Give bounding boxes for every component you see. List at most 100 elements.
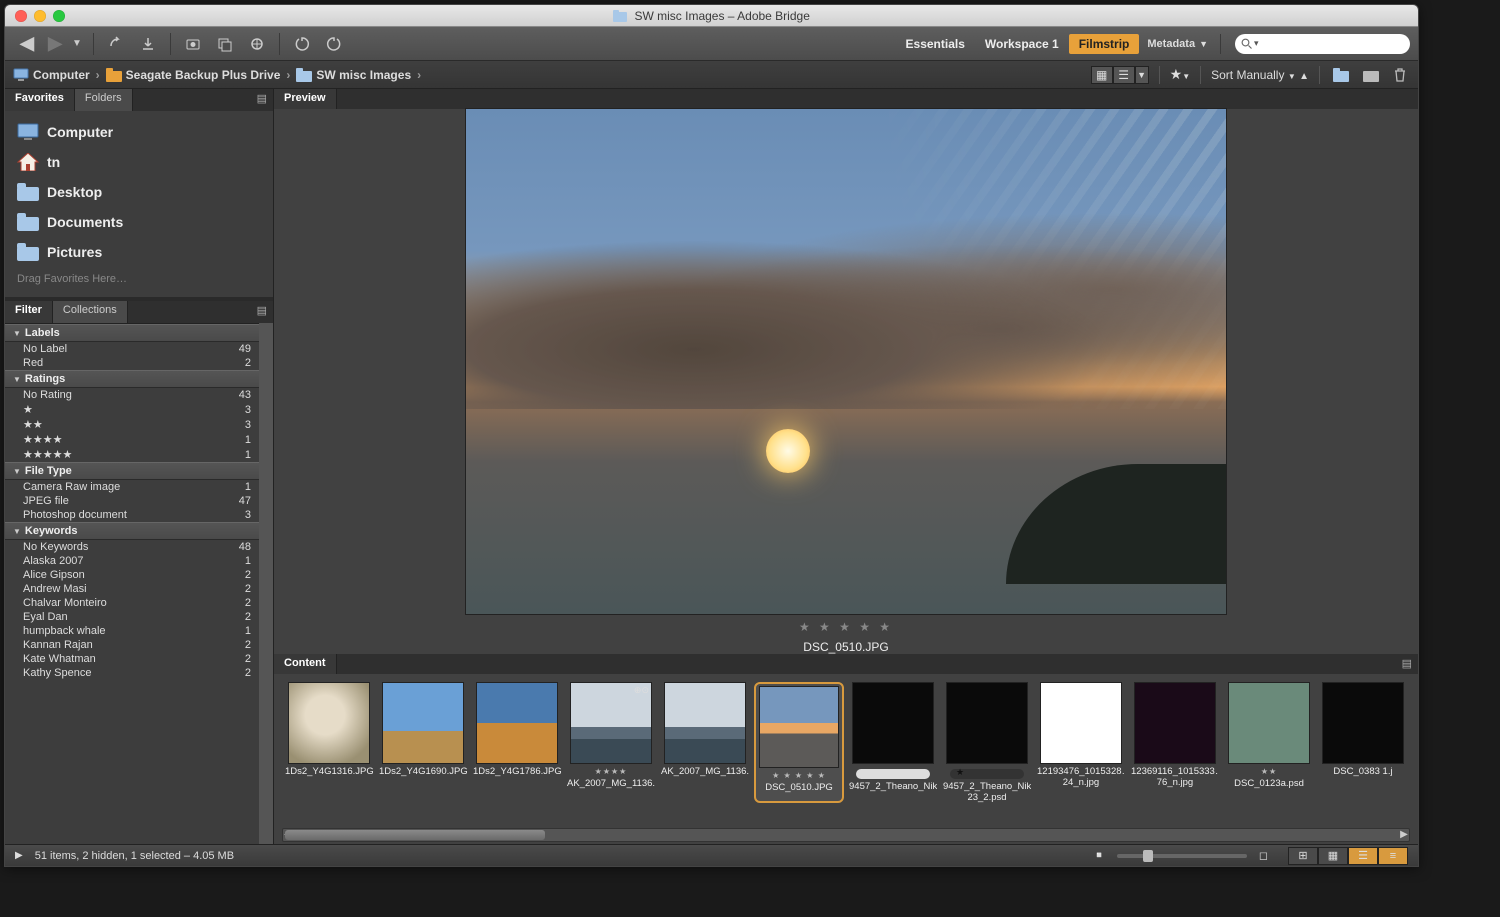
filter-section[interactable]: ▼Keywords	[5, 522, 259, 540]
thumbnail-quality-toggle[interactable]: ▦☰▼	[1091, 66, 1149, 84]
thumb-rating: ★ ★ ★ ★ ★	[772, 771, 826, 780]
filter-row[interactable]: ★★★★★1	[5, 447, 259, 462]
trash-icon[interactable]	[1390, 64, 1410, 86]
filter-row[interactable]: No Label49	[5, 342, 259, 356]
search-field[interactable]: ▾	[1235, 34, 1410, 54]
thumbnail[interactable]: 12193476_1015328…24_n.jpg	[1036, 682, 1126, 803]
view-details-icon[interactable]: ☰	[1348, 847, 1378, 865]
open-recent-icon[interactable]	[1360, 64, 1382, 86]
sidebar-scrollbar[interactable]	[259, 323, 273, 844]
nav-back-button[interactable]: ◀	[13, 33, 41, 55]
rotate-ccw-icon[interactable]	[288, 33, 316, 55]
main-area: Preview ★ ★ ★ ★ ★ DSC_0510.JPG Content ▤…	[274, 89, 1418, 844]
view-list-icon[interactable]: ≡	[1378, 847, 1408, 865]
tab-filter[interactable]: Filter	[5, 301, 53, 323]
workspace-1[interactable]: Workspace 1	[975, 34, 1069, 54]
breadcrumb-drive[interactable]: Seagate Backup Plus Drive	[106, 68, 281, 82]
filter-row[interactable]: Camera Raw image1	[5, 480, 259, 494]
favorite-home[interactable]: tn	[5, 147, 273, 177]
filter-row[interactable]: Alice Gipson2	[5, 568, 259, 582]
tab-favorites[interactable]: Favorites	[5, 89, 75, 111]
preview-rating[interactable]: ★ ★ ★ ★ ★	[799, 620, 893, 634]
thumb-rating: ★★★★	[595, 767, 628, 776]
filter-row[interactable]: Kathy Spence2	[5, 666, 259, 680]
filter-row[interactable]: ★3	[5, 402, 259, 417]
filter-row[interactable]: Kannan Rajan2	[5, 638, 259, 652]
tab-folders[interactable]: Folders	[75, 89, 133, 111]
filter-row[interactable]: humpback whale1	[5, 624, 259, 638]
thumbnail[interactable]: 12369116_1015333…76_n.jpg	[1130, 682, 1220, 803]
thumbnail-size-slider[interactable]	[1117, 854, 1247, 858]
thumb-image	[382, 682, 464, 764]
filter-panel-menu-icon[interactable]: ▤	[251, 301, 273, 323]
tab-preview[interactable]: Preview	[274, 89, 337, 109]
panel-menu-icon[interactable]: ▤	[251, 89, 273, 111]
thumb-image	[946, 682, 1028, 764]
view-thumbnails-icon[interactable]: ▦	[1318, 847, 1348, 865]
breadcrumb-folder[interactable]: SW misc Images	[296, 68, 411, 82]
filter-row[interactable]: Red2	[5, 356, 259, 370]
filter-section[interactable]: ▼Labels	[5, 324, 259, 342]
thumbnail[interactable]: AK_2007_MG_1136.JPG	[660, 682, 750, 803]
thumb-filename: 12193476_1015328…24_n.jpg	[1037, 767, 1125, 788]
view-grid-lock-icon[interactable]: ⊞	[1288, 847, 1318, 865]
filter-row[interactable]: Alaska 20071	[5, 554, 259, 568]
window-zoom-button[interactable]	[53, 10, 65, 22]
tab-collections[interactable]: Collections	[53, 301, 128, 323]
window-close-button[interactable]	[15, 10, 27, 22]
content-scrollbar[interactable]: ◀ ▶	[282, 828, 1410, 842]
workspace-filmstrip[interactable]: Filmstrip	[1069, 34, 1140, 54]
get-photos-icon[interactable]	[179, 33, 207, 55]
boomerang-icon[interactable]	[102, 33, 130, 55]
filter-row[interactable]: No Rating43	[5, 388, 259, 402]
thumb-rating: ★★	[1261, 767, 1277, 776]
nav-forward-button[interactable]: ▶	[41, 33, 69, 55]
new-folder-icon[interactable]	[1330, 64, 1352, 86]
rotate-cw-icon[interactable]	[320, 33, 348, 55]
filter-row[interactable]: Photoshop document3	[5, 508, 259, 522]
filter-row[interactable]: Kate Whatman2	[5, 652, 259, 666]
thumbnail[interactable]: 1Ds2_Y4G1786.JPG	[472, 682, 562, 803]
thumb-image	[1322, 682, 1404, 764]
thumbnail[interactable]: 9457_2_Theano_Nikitas_091.jpg	[848, 682, 938, 803]
reveal-icon[interactable]	[134, 33, 162, 55]
filter-row[interactable]: Chalvar Monteiro2	[5, 596, 259, 610]
nav-recent-menu[interactable]: ▼	[69, 33, 85, 55]
content-panel-menu-icon[interactable]: ▤	[1396, 654, 1418, 674]
favorite-documents[interactable]: Documents	[5, 207, 273, 237]
filter-row[interactable]: No Keywords48	[5, 540, 259, 554]
disclosure-icon[interactable]: ▶	[15, 850, 23, 861]
sort-menu[interactable]: Sort Manually ▼ ▲	[1211, 68, 1309, 82]
filter-row[interactable]: Andrew Masi2	[5, 582, 259, 596]
favorite-desktop[interactable]: Desktop	[5, 177, 273, 207]
rating-filter-button[interactable]: ★▼	[1170, 66, 1190, 83]
thumbnail[interactable]: 1Ds2_Y4G1316.JPG	[284, 682, 374, 803]
output-icon[interactable]	[243, 33, 271, 55]
thumbnail[interactable]: ★ ★ ★ ★ ★DSC_0510.JPG	[754, 682, 844, 803]
tab-content[interactable]: Content	[274, 654, 337, 674]
filter-row[interactable]: Eyal Dan2	[5, 610, 259, 624]
search-input[interactable]	[1264, 38, 1404, 50]
refine-icon[interactable]	[211, 33, 239, 55]
window-minimize-button[interactable]	[34, 10, 46, 22]
preview-image[interactable]	[466, 109, 1226, 614]
status-text: 51 items, 2 hidden, 1 selected – 4.05 MB	[35, 850, 234, 862]
workspace-metadata[interactable]: Metadata ▼	[1139, 35, 1216, 53]
thumbnail[interactable]: 1Ds2_Y4G1690.JPG	[378, 682, 468, 803]
filter-row[interactable]: JPEG file47	[5, 494, 259, 508]
thumb-filename: 1Ds2_Y4G1690.JPG	[379, 767, 467, 777]
filter-row[interactable]: ★★★★1	[5, 432, 259, 447]
workspace-essentials[interactable]: Essentials	[896, 34, 975, 54]
filter-section[interactable]: ▼File Type	[5, 462, 259, 480]
thumb-image	[664, 682, 746, 764]
thumbnail[interactable]: ⊕⊙★★★★AK_2007_MG_1136.CR2	[566, 682, 656, 803]
filter-section[interactable]: ▼Ratings	[5, 370, 259, 388]
favorite-pictures[interactable]: Pictures	[5, 237, 273, 267]
thumbnail[interactable]: DSC_0383 1.j	[1318, 682, 1408, 803]
breadcrumb-computer[interactable]: Computer	[13, 68, 90, 82]
thumbnail[interactable]: 9457_2_Theano_Niki…23_2.psd	[942, 682, 1032, 803]
thumb-image	[852, 682, 934, 764]
filter-row[interactable]: ★★3	[5, 417, 259, 432]
thumbnail[interactable]: ★★DSC_0123a.psd	[1224, 682, 1314, 803]
favorite-computer[interactable]: Computer	[5, 117, 273, 147]
